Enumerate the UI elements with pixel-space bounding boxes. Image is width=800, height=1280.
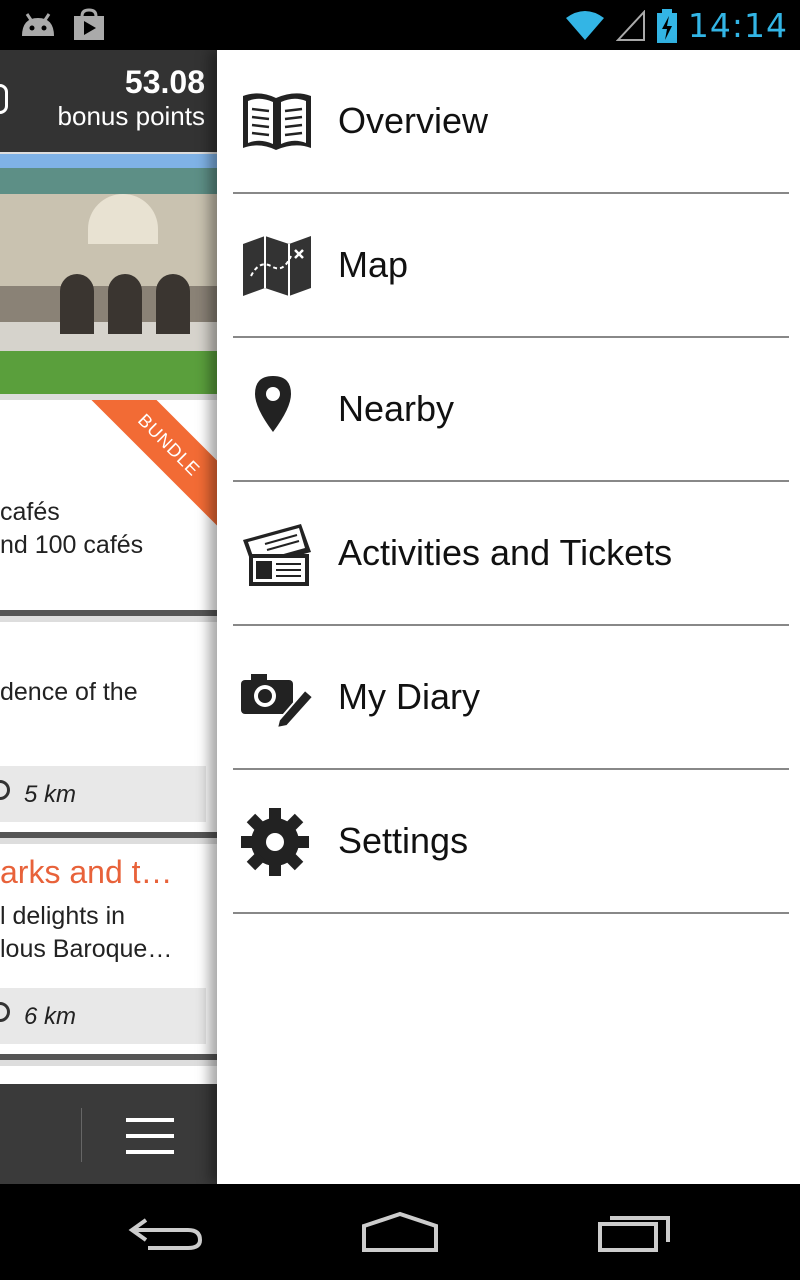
menu-icon[interactable] (126, 1118, 174, 1154)
drawer-item-nearby[interactable]: Nearby (233, 338, 789, 482)
drawer-item-label: Activities and Tickets (338, 532, 673, 573)
book-icon (243, 93, 311, 150)
distance-badge: 5 km (0, 766, 206, 822)
back-icon[interactable] (128, 1210, 208, 1254)
system-indicators: 14:14 (564, 6, 788, 45)
clock: 14:14 (687, 6, 788, 45)
status-bar: 14:14 (0, 0, 800, 50)
card-description: lous Baroque… (0, 935, 173, 963)
hero-photo[interactable] (0, 154, 217, 394)
drawer-item-label: Overview (338, 100, 489, 141)
card-description: dence of the (0, 678, 138, 706)
wifi-icon (565, 10, 604, 40)
card-description: cafés (0, 498, 60, 526)
drawer-item-settings[interactable]: Settings (233, 770, 789, 914)
battery-charging-icon (656, 8, 677, 43)
android-icon (22, 13, 54, 36)
distance-value: 6 km (24, 1003, 77, 1030)
camera-pencil-icon (241, 674, 315, 730)
photo-arch (156, 274, 190, 334)
distance-badge: 6 km (0, 988, 206, 1044)
drawer-item-activities-tickets[interactable]: Activities and Tickets (233, 482, 789, 626)
bonus-points-label: bonus points (57, 101, 205, 131)
drawer-item-my-diary[interactable]: My Diary (233, 626, 789, 770)
notification-icons (18, 8, 106, 42)
list-item[interactable]: arks and t… l delights in lous Baroque… … (0, 844, 217, 1060)
card-description: nd 100 cafés (0, 531, 144, 559)
bottom-toolbar (0, 1084, 217, 1184)
drawer-item-label: My Diary (338, 676, 480, 717)
recents-icon[interactable] (596, 1210, 676, 1254)
drawer-item-overview[interactable]: Overview (233, 50, 789, 194)
signal-icon (615, 9, 645, 41)
gear-icon (241, 808, 309, 876)
distance-value: 5 km (24, 781, 77, 808)
drawer-item-label: Map (338, 244, 409, 285)
location-pin-icon (255, 376, 291, 432)
list-item[interactable]: dence of the 5 km (0, 622, 217, 838)
system-nav-bar (0, 1184, 800, 1280)
home-icon[interactable] (360, 1210, 440, 1254)
card-description: l delights in (0, 902, 126, 930)
main-content: 53.08 bonus points BUNDLE cafés nd 100 c… (0, 50, 217, 1184)
bonus-points-bar[interactable]: 53.08 bonus points (0, 50, 217, 152)
list-item[interactable]: BUNDLE cafés nd 100 cafés (0, 400, 217, 616)
route-icon (0, 1002, 10, 1022)
photo-facade (88, 194, 158, 244)
play-store-icon (74, 8, 104, 40)
bundle-ribbon: BUNDLE (82, 400, 217, 532)
toolbar-divider (81, 1108, 82, 1162)
photo-arch (60, 274, 94, 334)
card-title: arks and t… (0, 854, 173, 890)
navigation-drawer: Overview Map Nearby Activities and Ticke… (217, 50, 800, 1184)
photo-arch (108, 274, 142, 334)
drawer-item-label: Settings (338, 820, 469, 861)
drawer-item-map[interactable]: Map (233, 194, 789, 338)
route-icon (0, 780, 10, 800)
tickets-icon (243, 524, 311, 586)
coins-icon (0, 84, 8, 114)
photo-roof (0, 168, 217, 194)
drawer-item-label: Nearby (338, 388, 455, 429)
bonus-points-value: 53.08 (124, 64, 205, 100)
map-icon (243, 236, 311, 296)
